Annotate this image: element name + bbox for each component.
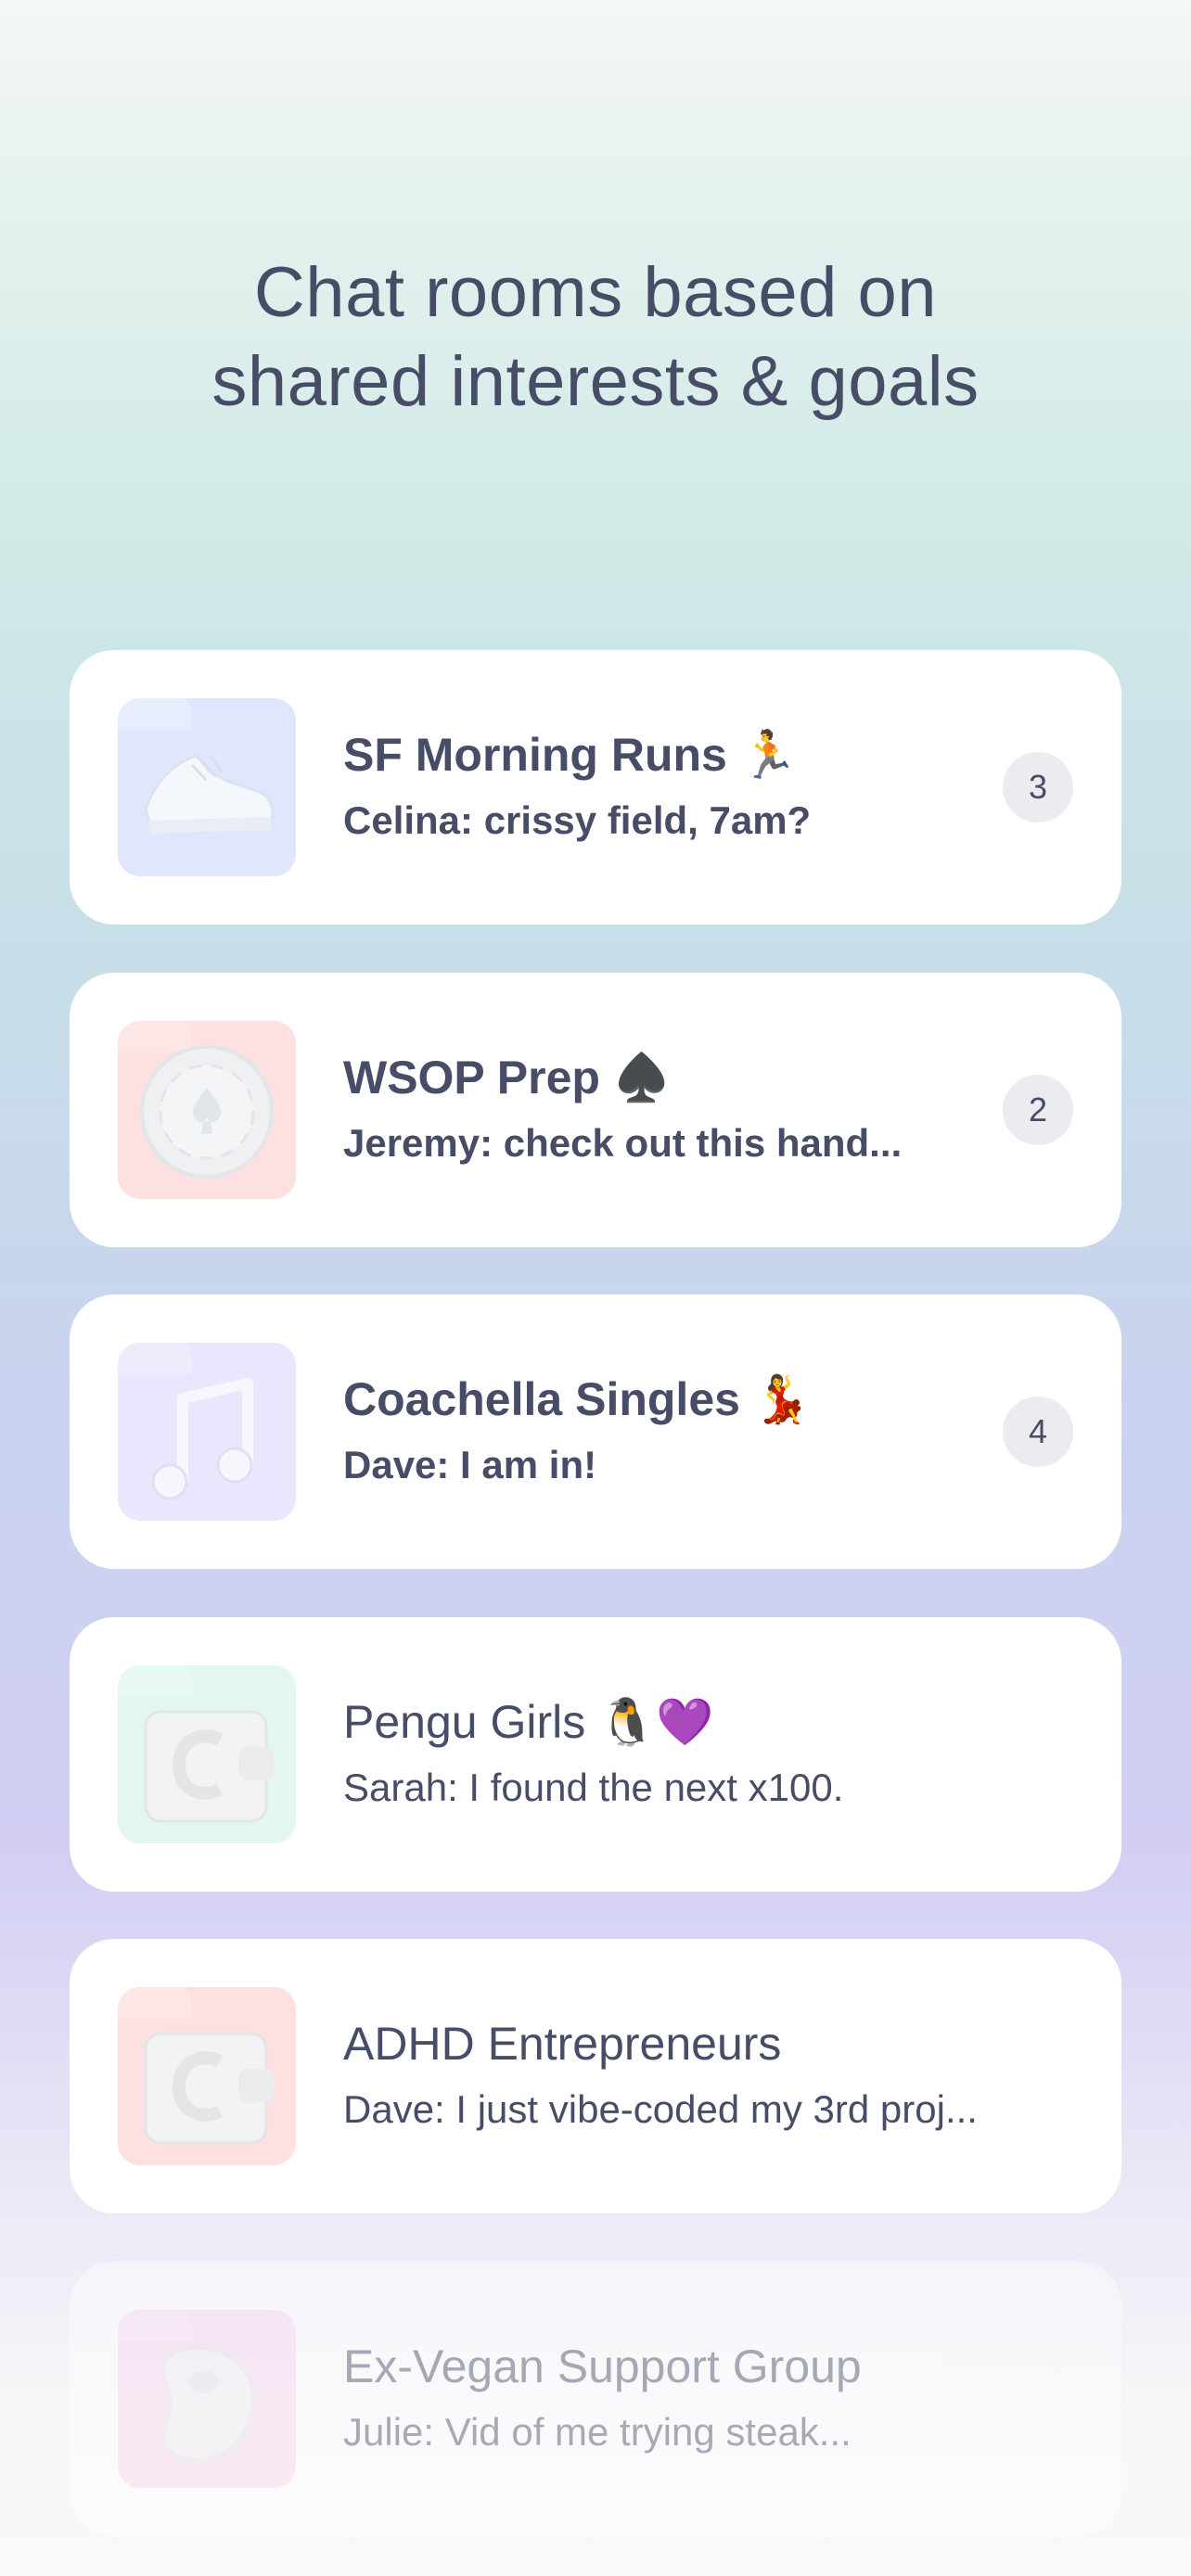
chat-room-card[interactable]: ADHD Entrepreneurs Dave: I just vibe-cod… <box>70 1939 1121 2213</box>
room-last-message: Sarah: I found the next x100. <box>343 1766 844 1809</box>
room-title: WSOP Prep ♠️ <box>343 1052 672 1103</box>
poker-chip-icon <box>118 1021 296 1199</box>
room-last-message: Dave: I am in! <box>343 1443 597 1486</box>
sneaker-icon <box>118 698 296 876</box>
unread-count-badge: 2 <box>1003 1075 1073 1145</box>
chat-room-card[interactable]: SF Morning Runs 🏃 Celina: crissy field, … <box>70 650 1121 925</box>
unread-count-badge: 4 <box>1003 1396 1073 1467</box>
steak-icon <box>118 2310 296 2488</box>
page-headline: Chat rooms based on shared interests & g… <box>0 249 1191 427</box>
room-last-message: Celina: crissy field, 7am? <box>343 798 812 842</box>
room-title: SF Morning Runs 🏃 <box>343 729 798 781</box>
room-last-message: Jeremy: check out this hand... <box>343 1121 903 1165</box>
room-title: Coachella Singles 💃 <box>343 1373 812 1425</box>
room-last-message: Dave: I just vibe-coded my 3rd proj... <box>343 2087 978 2131</box>
music-note-icon <box>118 1343 296 1521</box>
chat-room-card[interactable]: Ex-Vegan Support Group Julie: Vid of me … <box>70 2262 1121 2536</box>
unread-count-badge: 3 <box>1003 752 1073 823</box>
room-title: ADHD Entrepreneurs <box>343 2018 782 2070</box>
headline-line-2: shared interests & goals <box>211 342 980 421</box>
room-title: Pengu Girls 🐧💜 <box>343 1696 714 1748</box>
headline-line-1: Chat rooms based on <box>253 253 938 332</box>
room-last-message: Julie: Vid of me trying steak... <box>343 2410 852 2454</box>
wallet-icon <box>118 1987 296 2165</box>
chat-room-card[interactable]: Pengu Girls 🐧💜 Sarah: I found the next x… <box>70 1617 1121 1892</box>
wallet-icon <box>118 1665 296 1843</box>
chat-room-card[interactable]: WSOP Prep ♠️ Jeremy: check out this hand… <box>70 973 1121 1247</box>
room-title: Ex-Vegan Support Group <box>343 2340 862 2392</box>
chat-room-card[interactable]: Coachella Singles 💃 Dave: I am in! 4 <box>70 1294 1121 1569</box>
